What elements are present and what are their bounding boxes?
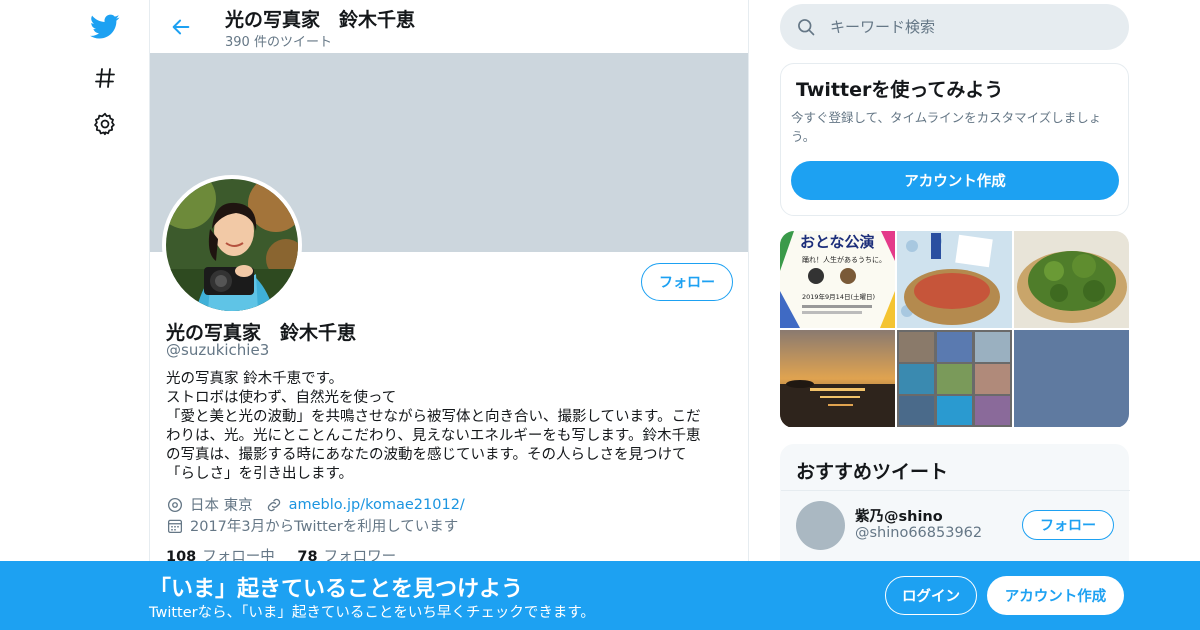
recommended-follow-button[interactable]: フォロー [1022,510,1114,540]
profile-bio: 光の写真家 鈴木千恵です。 ストロボは使わず、自然光を使って 「愛と美と光の波動… [166,370,732,484]
back-arrow-icon[interactable] [166,12,196,42]
header-title: 光の写真家 鈴木千恵 [225,9,416,31]
recommended-user-avatar[interactable] [796,501,845,550]
bio-line: の写真は、撮影する時にあなたの波動を感じています。その人らしさを見つけて [166,447,687,463]
try-twitter-card: Twitterを使ってみよう 今すぐ登録して、タイムラインをカスタマイズしましょ… [780,63,1129,216]
prompt-subtext: Twitterなら、「いま」起きていることをいち早くチェックできます。 [149,605,595,621]
login-button[interactable]: ログイン [885,576,977,615]
poster-title: おとな公演 [800,233,875,251]
profile-website-link[interactable]: ameblo.jp/komae21012/ [289,497,465,513]
profile-avatar[interactable] [162,175,302,315]
media-thumbnail-basket[interactable] [897,231,1012,328]
hashtag-icon[interactable] [88,61,122,95]
media-thumbnail-shoes[interactable] [897,330,1012,427]
bottom-create-account-button[interactable]: アカウント作成 [987,576,1124,615]
right-sidebar: Twitterを使ってみよう 今すぐ登録して、タイムラインをカスタマイズしましょ… [780,0,1130,630]
search-bar[interactable] [780,4,1129,50]
bio-line: 「愛と美と光の波動」を共鳴させながら被写体と向き合い、撮影しています。こだ [166,409,701,425]
search-input[interactable] [830,18,1110,36]
divider [781,490,1130,491]
poster-date: 2019年9月14日(土曜日) [802,292,875,301]
profile-joined-date: 2017年3月からTwitterを利用しています [190,519,459,535]
recommended-user-handle: @shino66853962 [855,525,983,541]
left-nav [0,0,150,630]
recommended-user-name[interactable]: 紫乃@shino [855,505,943,526]
prompt-headline: 「いま」起きていることを見つけよう [149,577,524,602]
twitter-logo-icon[interactable] [88,10,122,44]
create-account-button[interactable]: アカウント作成 [791,161,1119,200]
recommended-title: おすすめツイート [796,461,949,483]
profile-location: 日本 東京 [190,498,253,514]
try-card-description: 今すぐ登録して、タイムラインをカスタマイズしましょう。 [791,110,1102,144]
gear-icon[interactable] [88,107,122,141]
media-thumbnail-placeholder[interactable] [1014,330,1129,427]
poster-tagline: 踊れ！人生があるうちに。 [802,255,886,264]
recommended-tweets-card: おすすめツイート 紫乃@shino @shino66853962 フォロー [780,444,1130,574]
bio-line: 「らしさ」を引き出します。 [166,466,354,482]
media-thumbnail-sunset[interactable] [780,330,895,427]
try-card-title: Twitterを使ってみよう [796,79,1004,101]
media-thumbnail-poster[interactable]: おとな公演 踊れ！人生があるうちに。 2019年9月14日(土曜日) [780,231,895,328]
link-icon [265,496,283,514]
bio-line: 光の写真家 鈴木千恵です。 [166,371,344,387]
joined-row: 2017年3月からTwitterを利用しています [166,515,458,536]
profile-header-bar: 光の写真家 鈴木千恵 390 件のツイート [150,0,748,53]
bio-line: わりは、光。光にとことんこだわり、見えないエネルギーをも写します。鈴木千恵 [166,428,701,444]
profile-column: 光の写真家 鈴木千恵 390 件のツイート フォロー 光の写真家 鈴木千恵 @s… [149,0,749,630]
follow-button[interactable]: フォロー [641,263,733,301]
signup-prompt-bar: 「いま」起きていることを見つけよう Twitterなら、「いま」起きていることを… [0,561,1200,630]
bio-line: ストロボは使わず、自然光を使って [166,390,397,406]
calendar-icon [166,517,184,535]
profile-handle: @suzukichie3 [166,341,270,359]
search-icon [796,17,816,37]
media-grid: おとな公演 踊れ！人生があるうちに。 2019年9月14日(土曜日) [780,231,1129,428]
media-thumbnail-greens[interactable] [1014,231,1129,328]
location-pin-icon [166,496,184,514]
location-row: 日本 東京 ameblo.jp/komae21012/ [166,494,465,515]
tweet-count: 390 件のツイート [225,35,332,50]
